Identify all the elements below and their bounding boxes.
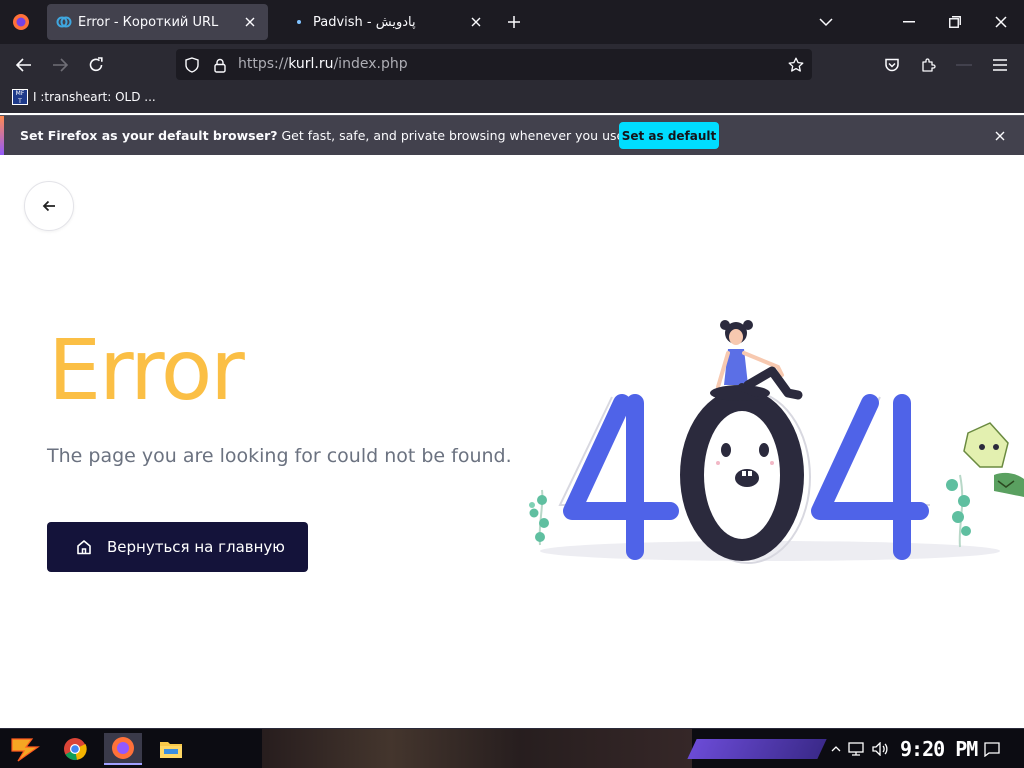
notification-accent [0, 116, 4, 156]
close-tab-icon[interactable] [238, 10, 262, 34]
error-message: The page you are looking for could not b… [47, 445, 512, 467]
taskbar-decoration [687, 739, 827, 759]
kurl-favicon-icon [56, 14, 72, 30]
new-tab-icon[interactable] [502, 10, 526, 34]
close-notification-icon[interactable] [990, 126, 1010, 146]
firefox-icon[interactable] [104, 733, 142, 765]
page-title: Error [48, 321, 245, 419]
tab-title: Error - Короткий URL [78, 14, 219, 30]
page-content: Error The page you are looking for could… [0, 155, 1024, 728]
url-bar[interactable]: https://kurl.ru/index.php [176, 49, 812, 80]
restore-icon[interactable] [932, 0, 978, 44]
start-icon[interactable] [8, 735, 42, 763]
notification-center-icon[interactable] [982, 739, 1002, 759]
navigation-toolbar: https://kurl.ru/index.php [0, 44, 1024, 85]
volume-icon[interactable] [870, 739, 890, 759]
home-button-label: Вернуться на главную [107, 538, 285, 556]
chrome-icon[interactable] [56, 733, 94, 765]
overflow-icon[interactable] [951, 52, 977, 78]
chevron-up-icon[interactable] [826, 739, 846, 759]
extensions-puzzle-icon[interactable] [915, 52, 941, 78]
bookmark-star-icon[interactable] [786, 55, 806, 75]
close-window-icon[interactable] [978, 0, 1024, 44]
pocket-icon[interactable] [879, 52, 905, 78]
forward-arrow-icon[interactable] [47, 52, 73, 78]
lock-icon[interactable] [211, 56, 229, 74]
default-browser-notification: Set Firefox as your default browser? Get… [0, 115, 1024, 156]
firefox-view-icon[interactable] [8, 9, 34, 35]
home-button[interactable]: Вернуться на главную [47, 522, 308, 572]
set-as-default-button[interactable]: Set as default [619, 122, 719, 149]
back-arrow-icon[interactable] [11, 52, 37, 78]
plant-left-icon [529, 489, 549, 546]
home-icon [75, 538, 93, 556]
bookmarks-toolbar: MF T I :transheart: OLD ... [0, 85, 1024, 113]
attention-dot-icon [291, 14, 307, 30]
windows-taskbar: 9:20 PM [0, 728, 1024, 768]
taskbar-wallpaper [262, 729, 692, 768]
bookmark-item[interactable]: MF T I :transheart: OLD ... [12, 89, 156, 105]
url-text: https://kurl.ru/index.php [238, 56, 408, 72]
tab-bar: Error - Короткий URL Padvish - پادویش [0, 0, 1024, 44]
clock[interactable]: 9:20 PM [900, 737, 978, 761]
bookmark-label: I :transheart: OLD ... [33, 90, 156, 104]
girl-figure-icon [710, 320, 803, 401]
back-button[interactable] [24, 181, 74, 231]
green-character-icon [963, 422, 1024, 497]
plant-right-icon [946, 474, 971, 548]
network-icon[interactable] [846, 739, 866, 759]
tracking-protection-shield-icon[interactable] [183, 56, 201, 74]
back-arrow-icon [42, 197, 56, 216]
file-explorer-icon[interactable] [152, 733, 190, 765]
404-illustration [520, 315, 1024, 575]
bookmark-favicon-icon: MF T [12, 89, 28, 105]
tab-title: Padvish - پادویش [313, 14, 416, 30]
close-tab-icon[interactable] [464, 10, 488, 34]
list-all-tabs-icon[interactable] [814, 10, 838, 34]
tab-padvish[interactable]: Padvish - پادویش [282, 4, 494, 40]
minimize-icon[interactable] [886, 0, 932, 44]
hamburger-menu-icon[interactable] [987, 52, 1013, 78]
reload-icon[interactable] [83, 52, 109, 78]
notification-message: Set Firefox as your default browser? Get… [20, 128, 683, 143]
tab-error[interactable]: Error - Короткий URL [47, 4, 268, 40]
